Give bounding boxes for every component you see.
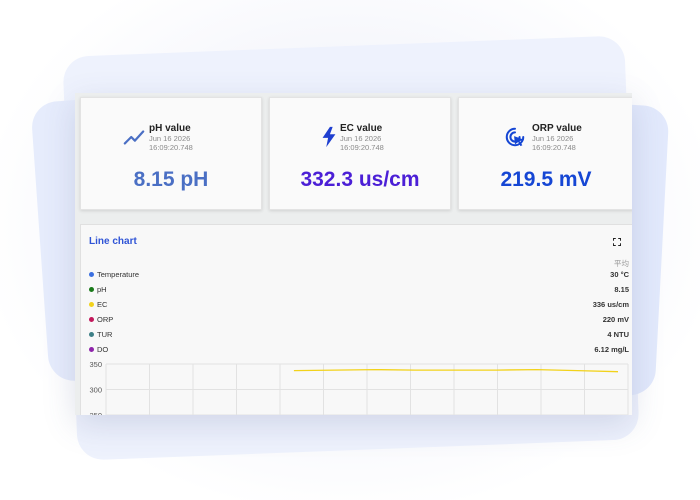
trending-up-icon [123,130,145,145]
orp-value-card[interactable]: ORP value Jun 16 2026 16:09:20.748 219.5… [458,97,632,210]
legend-item-tur[interactable]: TUR 4 NTU [89,330,629,340]
legend-item-temperature[interactable]: Temperature 30 °C [89,270,629,280]
legend-average-value: 336 us/cm [592,300,629,309]
legend-item-orp[interactable]: ORP 220 mV [89,315,629,325]
card-title: ORP value [532,123,582,134]
legend-label: pH [97,285,107,294]
card-date: Jun 16 2026 [149,134,191,143]
panel-title: Line chart [89,236,137,247]
legend-color-dot [89,347,94,352]
legend-average-value: 8.15 [614,285,629,294]
legend-item-ec[interactable]: EC 336 us/cm [89,300,629,310]
card-title: EC value [340,123,383,134]
legend-average-value: 30 °C [610,270,629,279]
legend-label: DO [97,345,109,354]
legend-label: ORP [97,315,114,324]
dashboard-window: pH value Jun 16 2026 16:09:20.748 8.15 p… [75,93,632,415]
card-value: 332.3 us/cm [300,168,420,191]
average-column-header: 平均 [614,259,629,268]
legend-color-dot [89,332,94,337]
legend-item-do[interactable]: DO 6.12 mg/L [89,345,629,355]
legend-average-value: 6.12 mg/L [594,345,629,354]
y-tick-label: 250 [89,411,102,415]
fullscreen-icon[interactable] [613,238,621,246]
legend-item-ph[interactable]: pH 8.15 [89,285,629,295]
card-time: 16:09:20.748 [149,143,193,152]
lightning-bolt-icon [322,126,336,148]
legend-average-value: 4 NTU [607,330,629,339]
series-line-ec [293,368,619,373]
legend-label: TUR [97,330,113,339]
card-value: 8.15 pH [133,168,209,191]
legend-color-dot [89,302,94,307]
legend-label: Temperature [97,270,140,279]
card-date: Jun 16 2026 [340,134,382,143]
legend-average-value: 220 mV [602,315,629,324]
legend-color-dot [89,287,94,292]
card-date: Jun 16 2026 [532,134,574,143]
card-title: pH value [149,123,191,134]
cursor-target-icon [505,127,525,147]
card-time: 16:09:20.748 [532,143,576,152]
line-chart[interactable]: 350 300 250 [81,358,632,415]
legend-color-dot [89,317,94,322]
card-time: 16:09:20.748 [340,143,384,152]
y-tick-label: 350 [89,360,102,369]
card-value: 219.5 mV [500,168,592,191]
ph-value-card[interactable]: pH value Jun 16 2026 16:09:20.748 8.15 p… [80,97,262,210]
line-chart-panel: Line chart 平均 Temperature 30 °C pH 8.15 … [80,224,632,415]
legend-label: EC [97,300,108,309]
legend-color-dot [89,272,94,277]
y-tick-label: 300 [89,386,102,395]
ec-value-card[interactable]: EC value Jun 16 2026 16:09:20.748 332.3 … [269,97,451,210]
